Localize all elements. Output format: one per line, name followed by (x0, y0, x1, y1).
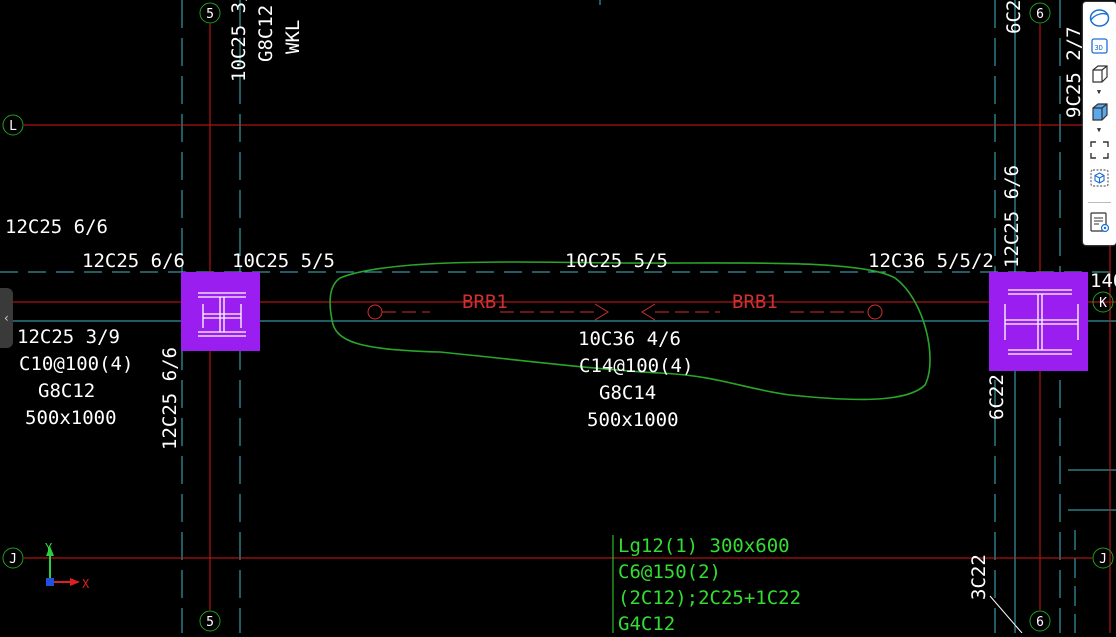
axis-label-j-right: J (1099, 552, 1107, 567)
side-panel-toggle[interactable]: ‹ (0, 288, 13, 348)
label-top-5-vertical: 10C25 3/ (228, 0, 250, 82)
label-beam-mid-left-top: 10C25 5/5 (232, 250, 335, 272)
ucs-x-label: X (82, 577, 90, 591)
label-lg-line2: C6@150(2) (618, 561, 721, 583)
view-cube-button[interactable] (1087, 62, 1112, 86)
shaded-cube-button[interactable] (1087, 100, 1112, 124)
ucs-y-label: Y (45, 541, 53, 555)
label-beam-mid-top: 10C25 5/5 (565, 250, 668, 272)
orbit-button[interactable] (1087, 6, 1112, 30)
label-top-6-6c22: 6C22 (1003, 0, 1025, 34)
label-mid-g: G8C14 (599, 382, 656, 404)
shaded-cube-icon (1092, 103, 1108, 121)
view-toolbar: 3D ▼ ▼ (1083, 2, 1116, 245)
label-mid-bottom-10c36: 10C36 4/6 (578, 328, 681, 350)
toolbar-divider (1088, 202, 1111, 203)
label-beam-left-top: 12C25 6/6 (82, 250, 185, 272)
chevron-left-icon: ‹ (2, 311, 11, 325)
model-view-button[interactable] (1087, 166, 1112, 190)
label-right-cut-140: 140 (1090, 270, 1116, 292)
axis-label-l: L (9, 119, 17, 134)
properties-icon (1090, 212, 1110, 233)
label-left-stirrup: C10@100(4) (19, 353, 133, 375)
svg-text:3D: 3D (1095, 44, 1103, 52)
label-lg-line3: (2C12);2C25+1C22 (618, 587, 801, 609)
column-left[interactable] (181, 272, 260, 351)
label-mid-stirrup: C14@100(4) (579, 355, 693, 377)
axis-label-j-left: J (9, 552, 17, 567)
view-cube-icon (1092, 65, 1108, 83)
label-left-g: G8C12 (38, 380, 95, 402)
label-beam-right-top: 12C36 5/5/2 (868, 250, 994, 272)
label-top-5-g: G8C12 (255, 5, 277, 62)
label-left-bottom-12c25: 12C25 3/9 (17, 326, 120, 348)
cad-drawing-canvas[interactable]: 5 5 6 6 L K J J 10C25 3/ G8C12 WKL 6C22 … (0, 0, 1116, 635)
axis-label-k: K (1099, 296, 1107, 311)
label-bottom-3c22: 3C22 (968, 554, 990, 600)
label-top-right-9c25: 9C25 2/7 (1063, 26, 1085, 118)
label-brb-left: BRB1 (462, 291, 508, 313)
label-mid-size: 500x1000 (587, 409, 679, 431)
label-left-12c25-66: 12C25 6/6 (5, 216, 108, 238)
axis-label-5-bottom: 5 (206, 615, 214, 630)
zoom-extents-icon (1090, 141, 1109, 159)
view-3d-icon: 3D (1091, 38, 1108, 54)
label-left-size: 500x1000 (25, 407, 117, 429)
orbit-icon (1089, 9, 1110, 27)
label-left-vertical-12c25: 12C25 6/6 (159, 347, 181, 450)
view-3d-button[interactable]: 3D (1087, 34, 1112, 58)
model-view-icon (1090, 169, 1109, 187)
axis-label-6-top: 6 (1036, 7, 1044, 22)
properties-button[interactable] (1087, 210, 1112, 234)
canvas-background (0, 0, 1116, 633)
cad-drawing[interactable]: 5 5 6 6 L K J J 10C25 3/ G8C12 WKL 6C22 … (0, 0, 1116, 635)
label-right-vertical-12c25: 12C25 6/6 (1001, 165, 1023, 268)
label-right-vertical-6c22: 6C22 (986, 374, 1008, 420)
label-lg-line1: Lg12(1) 300x600 (618, 535, 790, 557)
shaded-cube-caret-icon[interactable]: ▼ (1095, 127, 1103, 134)
label-lg-line4: G4C12 (618, 613, 675, 633)
axis-label-5-top: 5 (206, 7, 214, 22)
column-right[interactable] (989, 272, 1088, 371)
view-cube-caret-icon[interactable]: ▼ (1095, 89, 1103, 96)
zoom-extents-button[interactable] (1087, 138, 1112, 162)
label-top-5-wkl: WKL (282, 20, 304, 54)
label-brb-right: BRB1 (732, 291, 778, 313)
axis-label-6-bottom: 6 (1036, 615, 1044, 630)
